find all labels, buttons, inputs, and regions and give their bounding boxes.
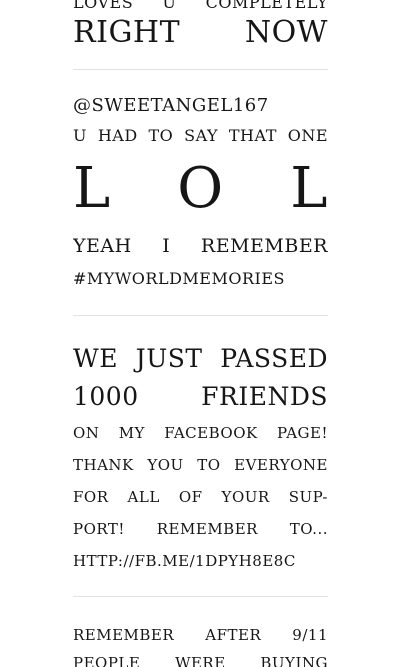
tweet-line: LOVES U COMPLETELY bbox=[73, 0, 328, 12]
tweet-line: FOR ALL OF YOUR SUP- bbox=[73, 488, 328, 506]
tweet-link[interactable]: HTTP://FB.ME/1DPYH8E8C bbox=[73, 552, 328, 570]
tweet-divider bbox=[73, 596, 328, 597]
tweet-line: ON MY FACEBOOK PAGE! bbox=[73, 424, 328, 442]
tweet-line: YEAH I REMEMBER bbox=[73, 235, 328, 257]
tweet-mention[interactable]: @SWEETANGEL167 bbox=[73, 96, 328, 116]
tweet-line: RIGHT NOW bbox=[73, 16, 328, 50]
tweet-hashtag[interactable]: #MYWORLDMEMORIES bbox=[73, 270, 328, 288]
tweet-line-large: L O L bbox=[73, 158, 328, 220]
tweet-line: PORT! REMEMBER TO... bbox=[73, 520, 328, 538]
tweet-line: THANK YOU TO EVERYONE bbox=[73, 456, 328, 474]
tweet-line: WE JUST PASSED bbox=[73, 345, 328, 373]
tweet-line: U HAD TO SAY THAT ONE bbox=[73, 127, 328, 145]
tweet-line: 1000 FRIENDS bbox=[73, 383, 328, 411]
tweet-divider bbox=[73, 69, 328, 70]
tweet-divider bbox=[73, 315, 328, 316]
tweet-line: PEOPLE WERE BUYING bbox=[73, 654, 328, 667]
tweet-line: REMEMBER AFTER 9/11 bbox=[73, 626, 328, 644]
